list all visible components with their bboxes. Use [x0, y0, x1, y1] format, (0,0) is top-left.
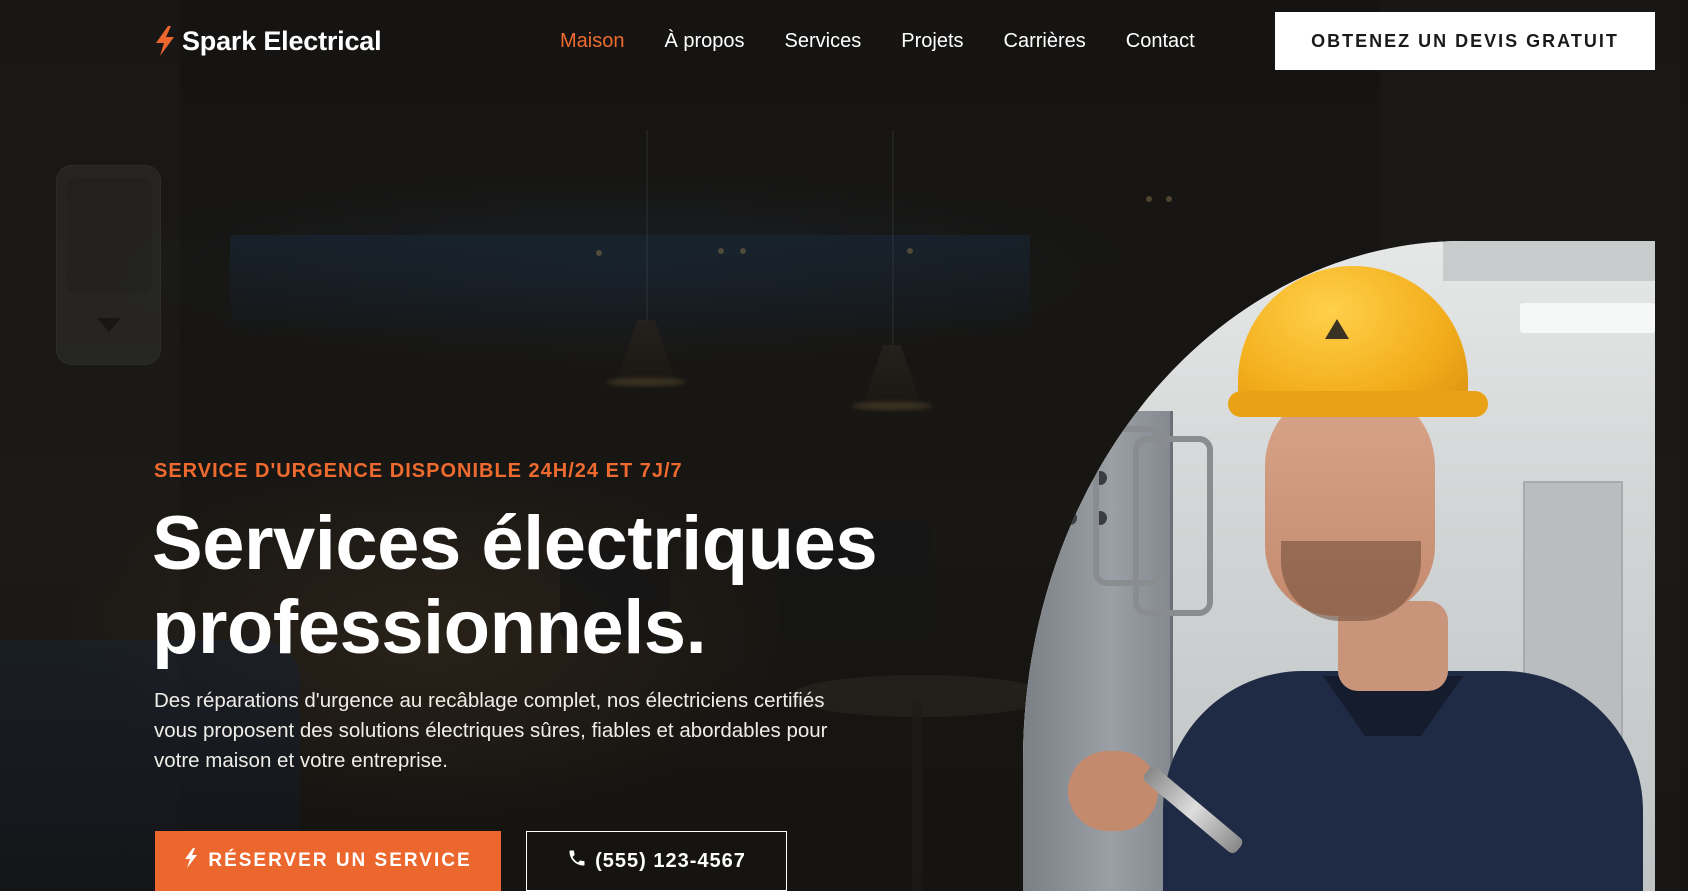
nav-item-a-propos[interactable]: À propos: [664, 30, 744, 53]
phone-icon: [567, 848, 587, 874]
book-service-button[interactable]: RÉSERVER UN SERVICE: [155, 831, 501, 891]
hero-description: Des réparations d'urgence au recâblage c…: [154, 689, 828, 772]
photo-ceiling-duct: [1443, 241, 1655, 281]
hard-hat-brim: [1228, 391, 1488, 417]
hero-eyebrow: SERVICE D'URGENCE DISPONIBLE 24H/24 ET 7…: [154, 460, 683, 482]
panel-knob: [1063, 471, 1077, 485]
main-nav: Maison À propos Services Projets Carrièr…: [560, 26, 1235, 56]
warning-triangle-icon: [1325, 319, 1349, 339]
brand-name: Spark Electrical: [182, 25, 382, 56]
hero-title: Services électriques professionnels.: [152, 502, 972, 670]
lightning-bolt-icon: [154, 26, 176, 56]
free-quote-button[interactable]: OBTENEZ UN DEVIS GRATUIT: [1275, 12, 1655, 70]
site-logo[interactable]: Spark Electrical: [154, 24, 382, 58]
photo-ceiling-light: [1520, 303, 1655, 333]
hero-title-line-1: Services électriques: [152, 501, 878, 586]
phone-number-label: (555) 123-4567: [595, 849, 746, 872]
nav-item-maison[interactable]: Maison: [560, 30, 624, 53]
nav-item-projets[interactable]: Projets: [901, 30, 963, 53]
lightning-bolt-icon: [184, 848, 198, 874]
nav-item-services[interactable]: Services: [785, 30, 862, 53]
book-service-label: RÉSERVER UN SERVICE: [208, 850, 472, 871]
photo-pipe: [1133, 436, 1213, 616]
photo-worker-hand: [1068, 751, 1158, 831]
site-header: Spark Electrical Maison À propos Service…: [0, 0, 1688, 82]
nav-item-contact[interactable]: Contact: [1126, 30, 1195, 53]
nav-item-carrieres[interactable]: Carrières: [1004, 30, 1086, 53]
phone-call-button[interactable]: (555) 123-4567: [526, 831, 787, 891]
electrician-photo: [1023, 241, 1655, 891]
panel-knob: [1063, 511, 1077, 525]
hero-title-line-2: professionnels.: [152, 585, 707, 670]
